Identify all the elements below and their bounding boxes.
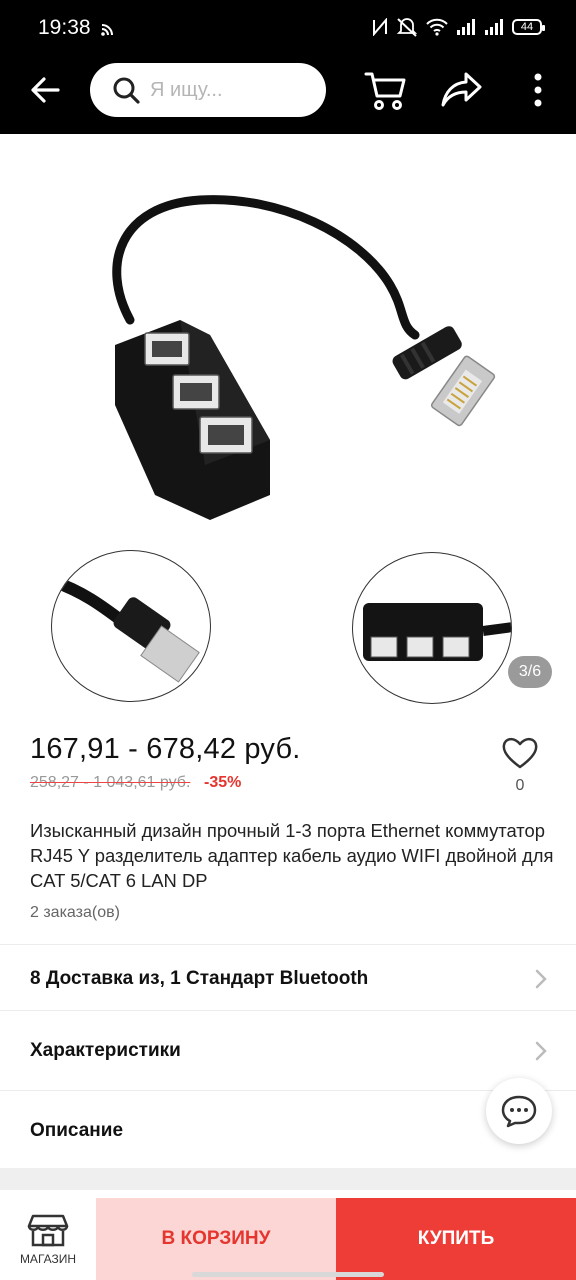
wishlist-count: 0	[515, 777, 525, 794]
specs-row[interactable]: Характеристики	[0, 1018, 576, 1084]
orders-count: 2 заказа(ов)	[30, 904, 120, 921]
status-time: 19:38	[38, 16, 91, 39]
delivery-row[interactable]: 8 Доставка из, 1 Стандарт Bluetooth	[0, 946, 576, 1012]
section-separator	[0, 1168, 576, 1190]
shop-label: МАГАЗИН	[19, 1252, 77, 1266]
wifi-icon	[426, 18, 448, 36]
bottom-action-bar: МАГАЗИН В КОРЗИНУ КУПИТЬ	[0, 1198, 576, 1280]
chat-bubble-icon	[501, 1095, 537, 1128]
image-counter: 3/6	[508, 656, 552, 688]
mute-icon	[396, 18, 418, 37]
specs-label: Характеристики	[30, 1040, 181, 1061]
divider	[0, 1090, 576, 1091]
product-image[interactable]	[60, 175, 530, 545]
add-to-cart-button[interactable]: В КОРЗИНУ	[96, 1198, 336, 1280]
back-arrow-icon[interactable]	[26, 70, 66, 110]
more-menu-icon[interactable]	[514, 68, 562, 112]
thumbnail-ports[interactable]	[352, 552, 512, 704]
divider	[0, 1010, 576, 1011]
system-icons: 44	[372, 17, 545, 37]
connector-closeup-image	[52, 575, 200, 683]
price-range: 167,91 - 678,42 руб.	[30, 733, 301, 765]
cart-icon[interactable]	[362, 68, 410, 112]
home-indicator[interactable]	[192, 1272, 384, 1277]
buy-now-button[interactable]: КУПИТЬ	[336, 1198, 576, 1280]
thumbnail-connector[interactable]	[51, 550, 211, 702]
chat-button[interactable]	[486, 1078, 552, 1144]
store-icon	[27, 1214, 69, 1247]
battery-icon: 44	[512, 19, 545, 35]
delivery-label: 8 Доставка из, 1 Стандарт Bluetooth	[30, 968, 369, 989]
signal-icon-1	[457, 19, 475, 35]
description-label: Описание	[30, 1120, 124, 1141]
chevron-right-icon	[535, 969, 547, 989]
chevron-right-icon	[535, 1041, 547, 1061]
search-bar[interactable]: Я ищу...	[90, 63, 326, 117]
heart-icon[interactable]	[500, 733, 540, 773]
battery-level: 44	[520, 21, 534, 33]
product-title: Изысканный дизайн прочный 1-3 порта Ethe…	[30, 820, 554, 891]
shop-button[interactable]: МАГАЗИН	[0, 1198, 96, 1280]
old-price: 258,27 - 1 043,61 руб.	[30, 774, 191, 791]
app-header: 19:38 44 Я ищу...	[0, 0, 576, 134]
status-bar: 19:38 44	[0, 0, 576, 58]
divider	[0, 944, 576, 945]
share-icon[interactable]	[438, 68, 486, 112]
signal-icon-2	[485, 19, 503, 35]
discount-badge: -35%	[204, 774, 242, 791]
search-placeholder: Я ищу...	[150, 78, 223, 101]
cast-icon	[101, 24, 113, 36]
ports-closeup-image	[363, 603, 511, 661]
nfc-icon	[373, 18, 387, 36]
search-icon	[113, 77, 140, 104]
